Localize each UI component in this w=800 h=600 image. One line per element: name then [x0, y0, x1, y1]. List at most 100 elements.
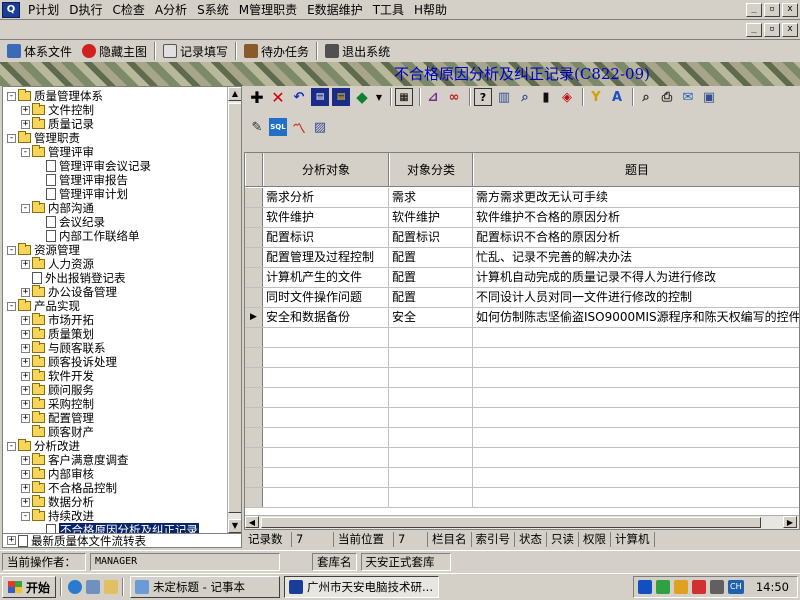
pending-tasks-button[interactable]: 待办任务 — [239, 41, 314, 61]
table-cell[interactable] — [263, 468, 389, 487]
menu-item[interactable]: M管理职责 — [234, 1, 302, 19]
table-cell[interactable]: 配置 — [389, 248, 473, 267]
table-cell[interactable]: 忙乱、记录不完善的解决办法 — [473, 248, 799, 267]
table-cell[interactable]: 配置 — [389, 288, 473, 307]
row-indicator[interactable] — [245, 208, 263, 227]
tree-item[interactable]: 外出报销登记表 — [21, 271, 126, 285]
table-cell[interactable]: 配置标识 — [389, 228, 473, 247]
tree-item[interactable]: + 软件开发 — [21, 369, 94, 383]
row-indicator[interactable] — [245, 368, 263, 387]
tree-item[interactable]: + 质量策划 — [21, 327, 94, 341]
tray-sound-icon[interactable] — [673, 580, 688, 594]
tree-item[interactable]: 内部工作联络单 — [35, 229, 140, 243]
hide-main-map-button[interactable]: 隐藏主图 — [77, 41, 152, 61]
book-icon[interactable]: ▥ — [495, 88, 513, 106]
save-icon[interactable]: ▤ — [311, 88, 329, 106]
collapse-toggle-icon[interactable]: - — [7, 245, 16, 255]
expand-toggle-icon[interactable]: + — [21, 483, 30, 493]
table-row[interactable]: 需求分析 需求 需方需求更改无认可手续 — [245, 188, 799, 208]
table-cell[interactable]: 软件维护不合格的原因分析 — [473, 208, 799, 227]
table-cell[interactable] — [263, 408, 389, 427]
table-row[interactable] — [245, 488, 799, 508]
expand-toggle-icon[interactable]: + — [21, 259, 30, 269]
row-indicator[interactable] — [245, 328, 263, 347]
table-cell[interactable]: 软件维护 — [263, 208, 389, 227]
table-cell[interactable]: 同时文件操作问题 — [263, 288, 389, 307]
expand-toggle-icon[interactable]: + — [21, 329, 30, 339]
table-row[interactable]: 计算机产生的文件 配置 计算机自动完成的质量记录不得人为进行修改 — [245, 268, 799, 288]
help-icon[interactable]: ? — [474, 88, 492, 106]
collapse-toggle-icon[interactable]: - — [7, 441, 16, 451]
table-cell[interactable] — [263, 448, 389, 467]
restore-button[interactable]: ▫ — [764, 2, 780, 17]
table-cell[interactable] — [263, 368, 389, 387]
expand-toggle-icon[interactable]: + — [21, 315, 30, 325]
row-indicator[interactable] — [245, 188, 263, 207]
ie-icon[interactable] — [68, 580, 83, 594]
tree-item[interactable]: - 资源管理 — [7, 243, 80, 257]
expand-toggle-icon[interactable]: + — [7, 536, 16, 545]
table-row[interactable] — [245, 368, 799, 388]
expand-toggle-icon[interactable]: + — [21, 343, 30, 353]
minimize-button[interactable]: _ — [746, 2, 762, 17]
exit-system-button[interactable]: 退出系统 — [320, 41, 395, 61]
table-row[interactable]: 配置标识 配置标识 配置标识不合格的原因分析 — [245, 228, 799, 248]
tree-item[interactable]: + 人力资源 — [21, 257, 94, 271]
table-cell[interactable]: 配置标识不合格的原因分析 — [473, 228, 799, 247]
tray-display-icon[interactable] — [709, 580, 724, 594]
eraser-icon[interactable]: ◈ — [558, 88, 576, 106]
tree-item[interactable]: - 产品实现 — [7, 299, 80, 313]
collapse-toggle-icon[interactable]: - — [21, 511, 30, 521]
table-cell[interactable]: 不同设计人员对同一文件进行修改的控制 — [473, 288, 799, 307]
grid-horizontal-scrollbar[interactable]: ◀ ▶ — [245, 515, 799, 529]
table-cell[interactable] — [263, 348, 389, 367]
task-main-app[interactable]: 广州市天安电脑技术研... — [284, 576, 440, 598]
scroll-right-arrow-icon[interactable]: ▶ — [783, 516, 797, 528]
row-indicator[interactable] — [245, 488, 263, 507]
table-cell[interactable] — [389, 368, 473, 387]
table-cell[interactable] — [389, 448, 473, 467]
mdi-close-button[interactable]: x — [782, 22, 798, 37]
expand-toggle-icon[interactable]: + — [21, 105, 30, 115]
table-cell[interactable] — [389, 488, 473, 507]
table-cell[interactable] — [389, 348, 473, 367]
close-button[interactable]: x — [782, 2, 798, 17]
table-cell[interactable]: 安全 — [389, 308, 473, 327]
menu-item[interactable]: P计划 — [23, 1, 64, 19]
tree-item[interactable]: 会议纪录 — [35, 215, 105, 229]
tree-item[interactable]: + 文件控制 — [21, 103, 94, 117]
expand-toggle-icon[interactable]: + — [21, 357, 30, 367]
sql-icon[interactable]: SQL — [269, 118, 287, 136]
collapse-toggle-icon[interactable]: - — [7, 301, 16, 311]
row-indicator[interactable] — [245, 468, 263, 487]
expand-toggle-icon[interactable]: + — [21, 469, 30, 479]
table-cell[interactable]: 计算机产生的文件 — [263, 268, 389, 287]
collapse-toggle-icon[interactable]: - — [7, 133, 16, 143]
row-indicator[interactable] — [245, 248, 263, 267]
menu-item[interactable]: E数据维护 — [302, 1, 368, 19]
table-cell[interactable] — [389, 468, 473, 487]
row-indicator[interactable] — [245, 408, 263, 427]
table-cell[interactable]: 配置 — [389, 268, 473, 287]
table-row[interactable] — [245, 328, 799, 348]
desktop-icon[interactable] — [86, 580, 101, 594]
table-cell[interactable] — [263, 328, 389, 347]
tray-network-icon[interactable] — [655, 580, 670, 594]
table-cell[interactable] — [389, 428, 473, 447]
add-icon[interactable]: ✚ — [248, 88, 266, 107]
table-row[interactable] — [245, 348, 799, 368]
tree-bottom-item[interactable]: + 最新质量体文件流转表 — [2, 534, 242, 548]
table-cell[interactable] — [389, 408, 473, 427]
expand-toggle-icon[interactable]: + — [21, 119, 30, 129]
menu-item[interactable]: S系统 — [192, 1, 234, 19]
table-cell[interactable] — [389, 328, 473, 347]
row-indicator[interactable] — [245, 388, 263, 407]
row-indicator[interactable] — [245, 288, 263, 307]
tree-item[interactable]: + 内部审核 — [21, 467, 94, 481]
chart-bars-icon[interactable]: ▮ — [537, 88, 555, 106]
row-indicator[interactable] — [245, 428, 263, 447]
table-cell[interactable]: 配置管理及过程控制 — [263, 248, 389, 267]
calculator-icon[interactable]: ▦ — [395, 88, 413, 106]
tree-item[interactable]: + 客户满意度调查 — [21, 453, 129, 467]
current-row-pointer-icon[interactable]: ▶ — [245, 308, 263, 327]
